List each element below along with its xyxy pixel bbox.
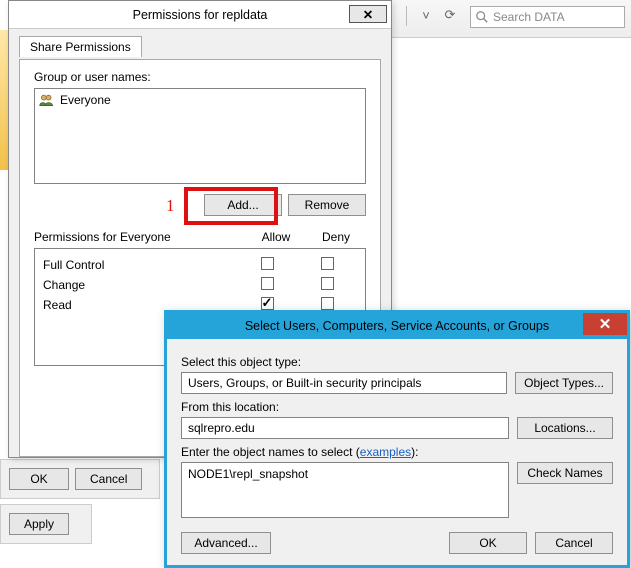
object-types-button[interactable]: Object Types... (515, 372, 613, 394)
tab-row: Share Permissions (9, 35, 391, 59)
permissions-for-label: Permissions for Everyone (34, 230, 246, 244)
deny-checkbox-full-control[interactable] (321, 257, 334, 270)
refresh-icon[interactable]: ⟳ (441, 6, 459, 24)
search-placeholder: Search DATA (493, 10, 565, 24)
outer-cancel-button[interactable]: Cancel (75, 468, 142, 490)
explorer-nav: ˅ ⟳ (406, 6, 459, 26)
group-icon (39, 93, 55, 107)
permissions-table-header: Permissions for Everyone Allow Deny (34, 230, 366, 244)
allow-header: Allow (246, 230, 306, 244)
table-row: Change (35, 275, 365, 295)
select-users-dialog: Select Users, Computers, Service Account… (164, 310, 630, 568)
perm-name: Full Control (43, 258, 237, 272)
object-type-label: Select this object type: (181, 355, 613, 369)
outer-dialog-buttons: OK Cancel (0, 459, 160, 499)
close-icon[interactable]: ✕ (349, 5, 387, 23)
group-user-names-list[interactable]: Everyone (34, 88, 366, 184)
select-users-title-bar: Select Users, Computers, Service Account… (167, 313, 627, 339)
perm-name: Change (43, 278, 237, 292)
close-icon[interactable]: ✕ (583, 313, 627, 335)
permissions-title-bar: Permissions for repldata ✕ (9, 1, 391, 29)
select-users-title: Select Users, Computers, Service Account… (245, 319, 549, 333)
advanced-button[interactable]: Advanced... (181, 532, 271, 554)
enter-names-label: Enter the object names to select (exampl… (181, 445, 613, 459)
object-names-input[interactable]: NODE1\repl_snapshot (181, 462, 509, 518)
object-names-value: NODE1\repl_snapshot (188, 467, 308, 481)
tab-share-permissions[interactable]: Share Permissions (19, 36, 142, 57)
user-name: Everyone (60, 93, 111, 107)
outer-apply-button[interactable]: Apply (9, 513, 69, 535)
outer-dialog-buttons-2: Apply (0, 504, 92, 544)
deny-checkbox-read[interactable] (321, 297, 334, 310)
object-type-field: Users, Groups, or Built-in security prin… (181, 372, 507, 394)
check-names-button[interactable]: Check Names (517, 462, 613, 484)
down-history-icon[interactable]: ˅ (417, 6, 435, 24)
ok-button[interactable]: OK (449, 532, 527, 554)
location-field: sqlrepro.edu (181, 417, 509, 439)
list-item[interactable]: Everyone (39, 93, 361, 107)
permissions-title: Permissions for repldata (133, 8, 268, 22)
location-value: sqlrepro.edu (188, 421, 255, 435)
explorer-search[interactable]: Search DATA (470, 6, 625, 28)
locations-button[interactable]: Locations... (517, 417, 613, 439)
group-user-names-label: Group or user names: (34, 70, 366, 84)
add-button[interactable]: Add... (204, 194, 282, 216)
location-label: From this location: (181, 400, 613, 414)
allow-checkbox-full-control[interactable] (261, 257, 274, 270)
deny-checkbox-change[interactable] (321, 277, 334, 290)
deny-header: Deny (306, 230, 366, 244)
outer-ok-button[interactable]: OK (9, 468, 69, 490)
cancel-button[interactable]: Cancel (535, 532, 613, 554)
object-type-value: Users, Groups, or Built-in security prin… (188, 376, 421, 390)
allow-checkbox-read[interactable] (261, 297, 274, 310)
search-icon (475, 10, 489, 24)
remove-button[interactable]: Remove (288, 194, 366, 216)
table-row: Full Control (35, 255, 365, 275)
allow-checkbox-change[interactable] (261, 277, 274, 290)
examples-link[interactable]: examples (360, 445, 411, 459)
